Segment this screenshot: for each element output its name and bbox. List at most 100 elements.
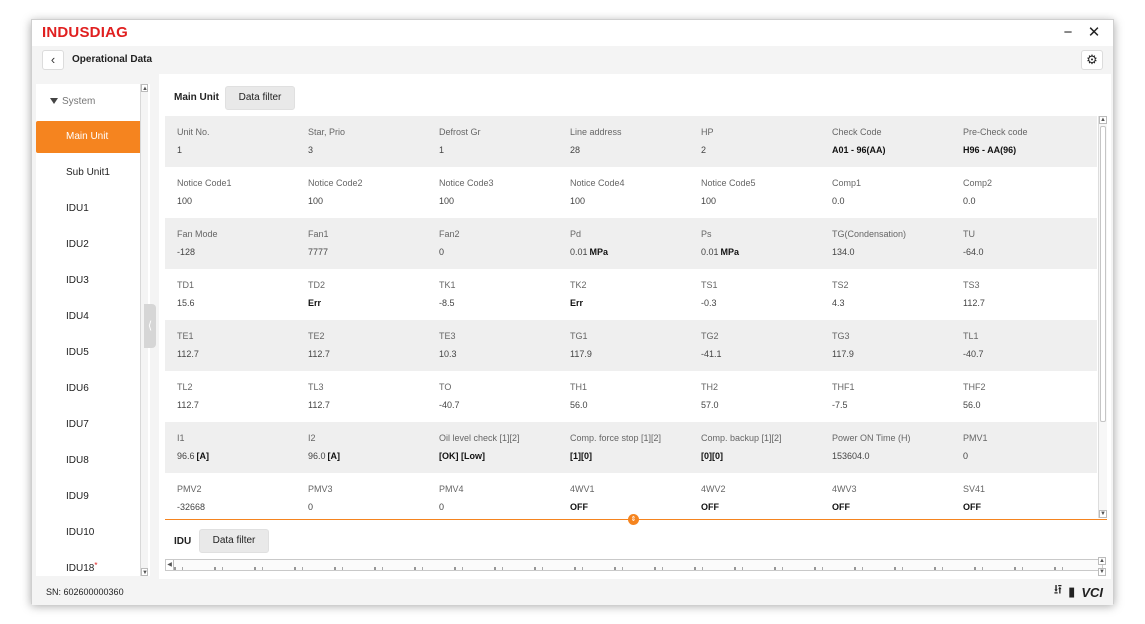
data-filter-button[interactable]: Data filter [225, 86, 295, 110]
data-cell: Power ON Time (H) 153604.0 [820, 422, 950, 473]
cell-value-text: 3 [308, 145, 314, 155]
cell-label: SV41 [963, 484, 986, 494]
cell-value: 112.7 [177, 349, 199, 359]
cell-label: Pd [570, 229, 582, 239]
sidebar-item-label: IDU5 [66, 347, 89, 358]
sidebar-group-system[interactable]: System [50, 96, 95, 107]
cell-label: TH1 [570, 382, 588, 392]
cell-value: 96.0 [A] [308, 451, 340, 461]
data-cell: PMV2 -32668 [165, 473, 295, 518]
cell-label: Power ON Time (H) [832, 433, 911, 443]
sidebar-item-idu1[interactable]: IDU1 [36, 193, 142, 225]
cell-value: 100 [570, 196, 585, 206]
cell-label: TE3 [439, 331, 456, 341]
cell-value-text: -40.7 [439, 400, 460, 410]
scroll-down-icon[interactable]: ▼ [141, 568, 148, 576]
scroll-left-icon[interactable]: ◀ [166, 560, 174, 570]
sidebar-item-idu18[interactable]: IDU18 * [36, 553, 142, 576]
scroll-up-icon[interactable]: ▲ [1098, 557, 1106, 565]
cell-value: -32668 [177, 502, 205, 512]
sidebar-collapse-handle[interactable]: ⟨ [144, 304, 156, 348]
sidebar-item-sub-unit1[interactable]: Sub Unit1 [36, 157, 142, 189]
cell-value: 0.01 MPa [701, 247, 739, 257]
sidebar-item-label: IDU3 [66, 275, 89, 286]
cell-label: TE2 [308, 331, 325, 341]
sidebar-item-idu5[interactable]: IDU5 [36, 337, 142, 369]
cell-unit: MPa [720, 247, 740, 257]
cell-label: TD2 [308, 280, 326, 290]
idu-table-header[interactable]: ◀ [165, 559, 1103, 571]
cell-value-text: 0 [963, 451, 969, 461]
cell-value-text: [0][0] [701, 451, 723, 461]
cell-value: OFF [701, 502, 719, 512]
cell-label: THF2 [963, 382, 986, 392]
idu-data-filter-button[interactable]: Data filter [199, 529, 269, 553]
cell-value: Err [308, 298, 321, 308]
cell-value-text: 2 [701, 145, 707, 155]
data-cell: Star, Prio 3 [296, 116, 426, 167]
cell-value-text: 96.6 [177, 451, 195, 461]
cell-value-text: 4.3 [832, 298, 845, 308]
cell-value: 112.7 [177, 400, 199, 410]
sidebar-item-idu6[interactable]: IDU6 [36, 373, 142, 405]
data-cell: Fan1 7777 [296, 218, 426, 269]
data-cell: PMV3 0 [296, 473, 426, 518]
sidebar-item-idu9[interactable]: IDU9 [36, 481, 142, 513]
cell-label: PMV2 [177, 484, 202, 494]
back-button[interactable]: ‹ [42, 50, 64, 70]
cell-value: 0 [963, 451, 968, 461]
data-cell: 4WV1 OFF [558, 473, 688, 518]
sidebar-item-label: IDU9 [66, 491, 89, 502]
data-cell: Comp. force stop [1][2] [1][0] [558, 422, 688, 473]
cell-value: 1 [439, 145, 444, 155]
cell-label: Ps [701, 229, 712, 239]
cell-value-text: 100 [439, 196, 455, 206]
sidebar-item-label: IDU7 [66, 419, 89, 430]
sidebar-item-idu10[interactable]: IDU10 [36, 517, 142, 549]
data-cell: TD1 15.6 [165, 269, 295, 320]
cell-value: -0.3 [701, 298, 717, 308]
grid-scrollbar[interactable]: ▲ ▼ [1098, 116, 1107, 518]
sidebar-item-idu3[interactable]: IDU3 [36, 265, 142, 297]
cell-value-text: 1 [439, 145, 445, 155]
cell-label: Line address [570, 127, 622, 137]
scroll-up-icon[interactable]: ▲ [141, 84, 148, 92]
tab-main-unit[interactable]: Main Unit [174, 92, 219, 103]
minimize-button[interactable]: − [1057, 23, 1079, 43]
sidebar-item-idu2[interactable]: IDU2 [36, 229, 142, 261]
cell-value-text: [OK] [Low] [439, 451, 485, 461]
cell-label: TL1 [963, 331, 979, 341]
cell-value-text: 153604.0 [832, 451, 870, 461]
scroll-down-icon[interactable]: ▼ [1099, 510, 1107, 518]
cell-value-text: OFF [963, 502, 981, 512]
cell-value: [0][0] [701, 451, 723, 461]
data-cell: Ps 0.01 MPa [689, 218, 819, 269]
cell-value-text: 100 [308, 196, 324, 206]
sidebar-item-main-unit[interactable]: Main Unit [36, 121, 142, 153]
sidebar-item-label: IDU2 [66, 239, 89, 250]
cell-value-text: -128 [177, 247, 196, 257]
cell-value: -64.0 [963, 247, 984, 257]
sidebar-item-idu8[interactable]: IDU8 [36, 445, 142, 477]
cell-value: 134.0 [832, 247, 855, 257]
gear-icon: ⚙ [1086, 52, 1098, 67]
data-cell: Notice Code5 100 [689, 167, 819, 218]
scroll-down-icon[interactable]: ▼ [1098, 568, 1106, 576]
sidebar-item-idu7[interactable]: IDU7 [36, 409, 142, 441]
data-cell: TE1 112.7 [165, 320, 295, 371]
data-cell: Notice Code3 100 [427, 167, 557, 218]
cell-value: OFF [570, 502, 588, 512]
close-button[interactable]: ✕ [1083, 23, 1105, 43]
cell-value-text: 112.7 [177, 349, 199, 359]
vci-icon: VCI [1081, 584, 1103, 600]
sidebar-item-idu4[interactable]: IDU4 [36, 301, 142, 333]
data-cell: Fan Mode -128 [165, 218, 295, 269]
scroll-up-icon[interactable]: ▲ [1099, 116, 1107, 124]
settings-button[interactable]: ⚙ [1081, 50, 1103, 70]
tab-idu[interactable]: IDU [174, 536, 191, 547]
cell-label: THF1 [832, 382, 855, 392]
cell-value: OFF [963, 502, 981, 512]
cell-value: 117.9 [832, 349, 854, 359]
scroll-thumb[interactable] [1100, 126, 1106, 422]
splitter-icon[interactable]: ⇕ [628, 514, 639, 525]
